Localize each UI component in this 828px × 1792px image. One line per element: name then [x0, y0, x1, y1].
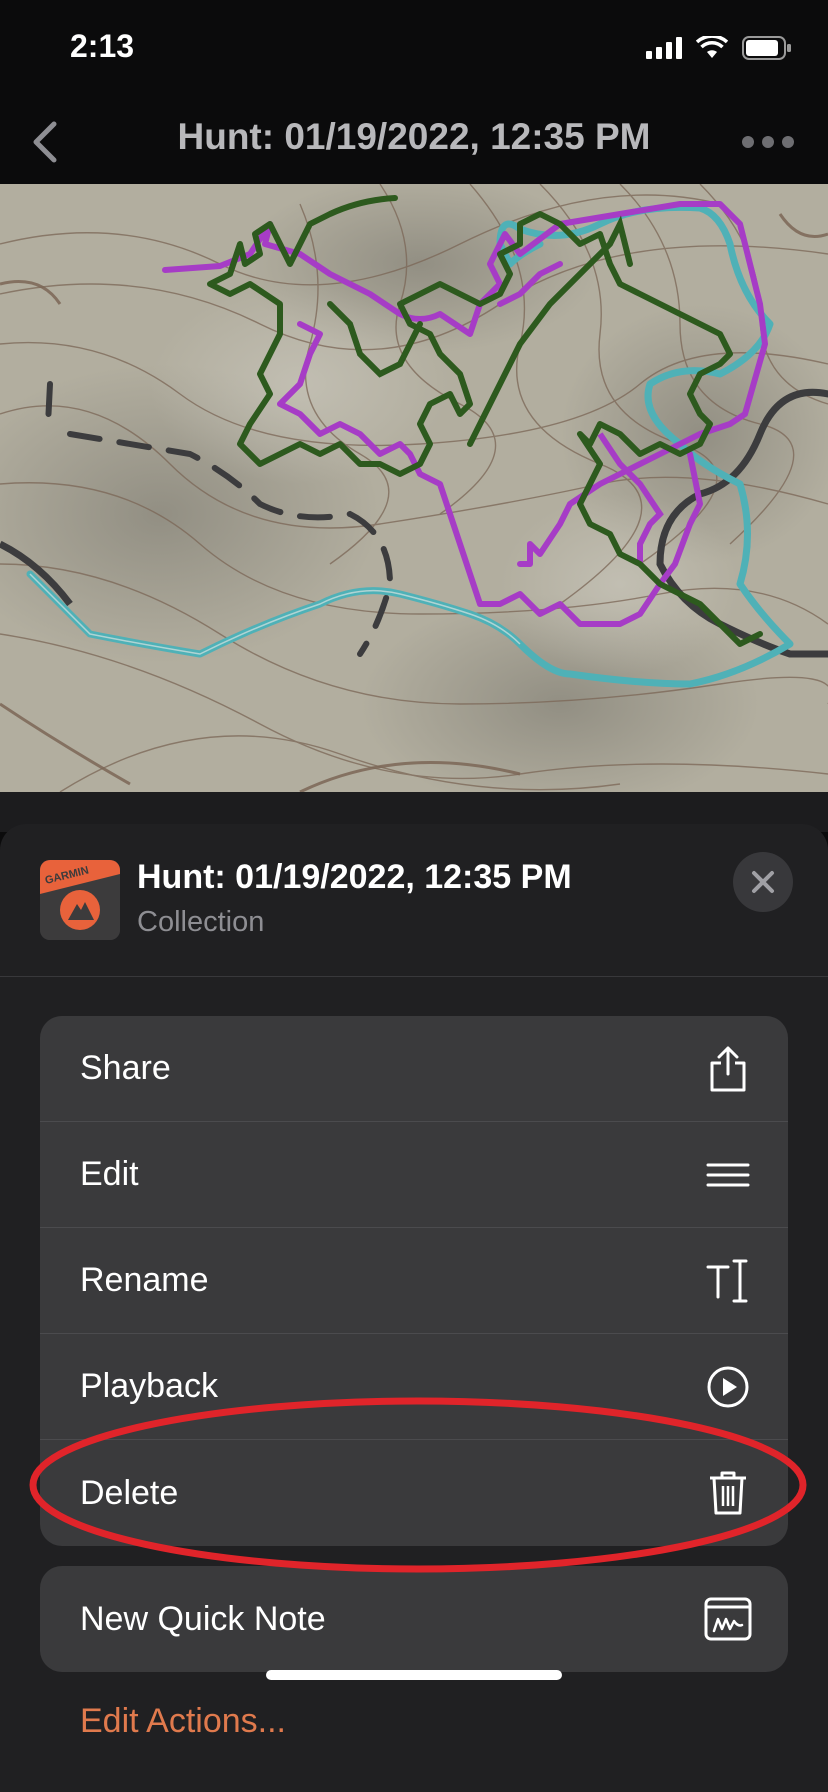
status-time: 2:13	[70, 28, 135, 64]
rename-label: Rename	[80, 1261, 209, 1299]
more-options-button[interactable]	[738, 124, 798, 160]
battery-icon	[742, 36, 791, 60]
trash-icon	[704, 1469, 752, 1517]
edit-actions-link[interactable]: Edit Actions...	[80, 1702, 286, 1741]
play-circle-icon	[704, 1363, 752, 1411]
status-icons	[646, 36, 792, 60]
share-icon	[704, 1045, 752, 1093]
secondary-menu: New Quick Note	[40, 1566, 788, 1672]
close-button[interactable]	[733, 852, 793, 912]
actions-menu: Share Edit Rename Playback Delete	[40, 1016, 788, 1546]
edit-label: Edit	[80, 1155, 139, 1193]
new-quick-note-label: New Quick Note	[80, 1599, 326, 1638]
ellipsis-icon	[742, 136, 794, 148]
share-label: Share	[80, 1049, 171, 1087]
rename-button[interactable]: Rename	[40, 1228, 788, 1334]
map-canvas	[0, 184, 828, 792]
garmin-app-icon: GARMIN	[40, 860, 120, 940]
garmin-logo-icon: GARMIN	[40, 860, 120, 940]
wifi-icon	[696, 36, 728, 58]
share-button[interactable]: Share	[40, 1016, 788, 1122]
edit-button[interactable]: Edit	[40, 1122, 788, 1228]
page-title: Hunt: 01/19/2022, 12:35 PM	[177, 116, 651, 157]
status-bar: 2:13	[0, 0, 828, 100]
close-icon	[752, 871, 774, 893]
delete-label: Delete	[80, 1473, 179, 1512]
action-sheet: GARMIN Hunt: 01/19/2022, 12:35 PM Collec…	[0, 824, 828, 1792]
playback-label: Playback	[80, 1367, 218, 1405]
text-cursor-icon	[704, 1257, 752, 1305]
sheet-header: GARMIN Hunt: 01/19/2022, 12:35 PM Collec…	[0, 824, 828, 977]
topographic-map[interactable]	[0, 184, 828, 792]
quick-note-icon	[704, 1595, 752, 1643]
cellular-signal-icon	[646, 37, 682, 59]
home-indicator	[266, 1670, 562, 1680]
sheet-subtitle: Collection	[137, 906, 265, 938]
playback-button[interactable]: Playback	[40, 1334, 788, 1440]
delete-button[interactable]: Delete	[40, 1440, 788, 1546]
new-quick-note-button[interactable]: New Quick Note	[40, 1566, 788, 1672]
sheet-title: Hunt: 01/19/2022, 12:35 PM	[137, 858, 572, 896]
lines-icon	[704, 1151, 752, 1199]
navigation-bar: Hunt: 01/19/2022, 12:35 PM	[0, 100, 828, 184]
